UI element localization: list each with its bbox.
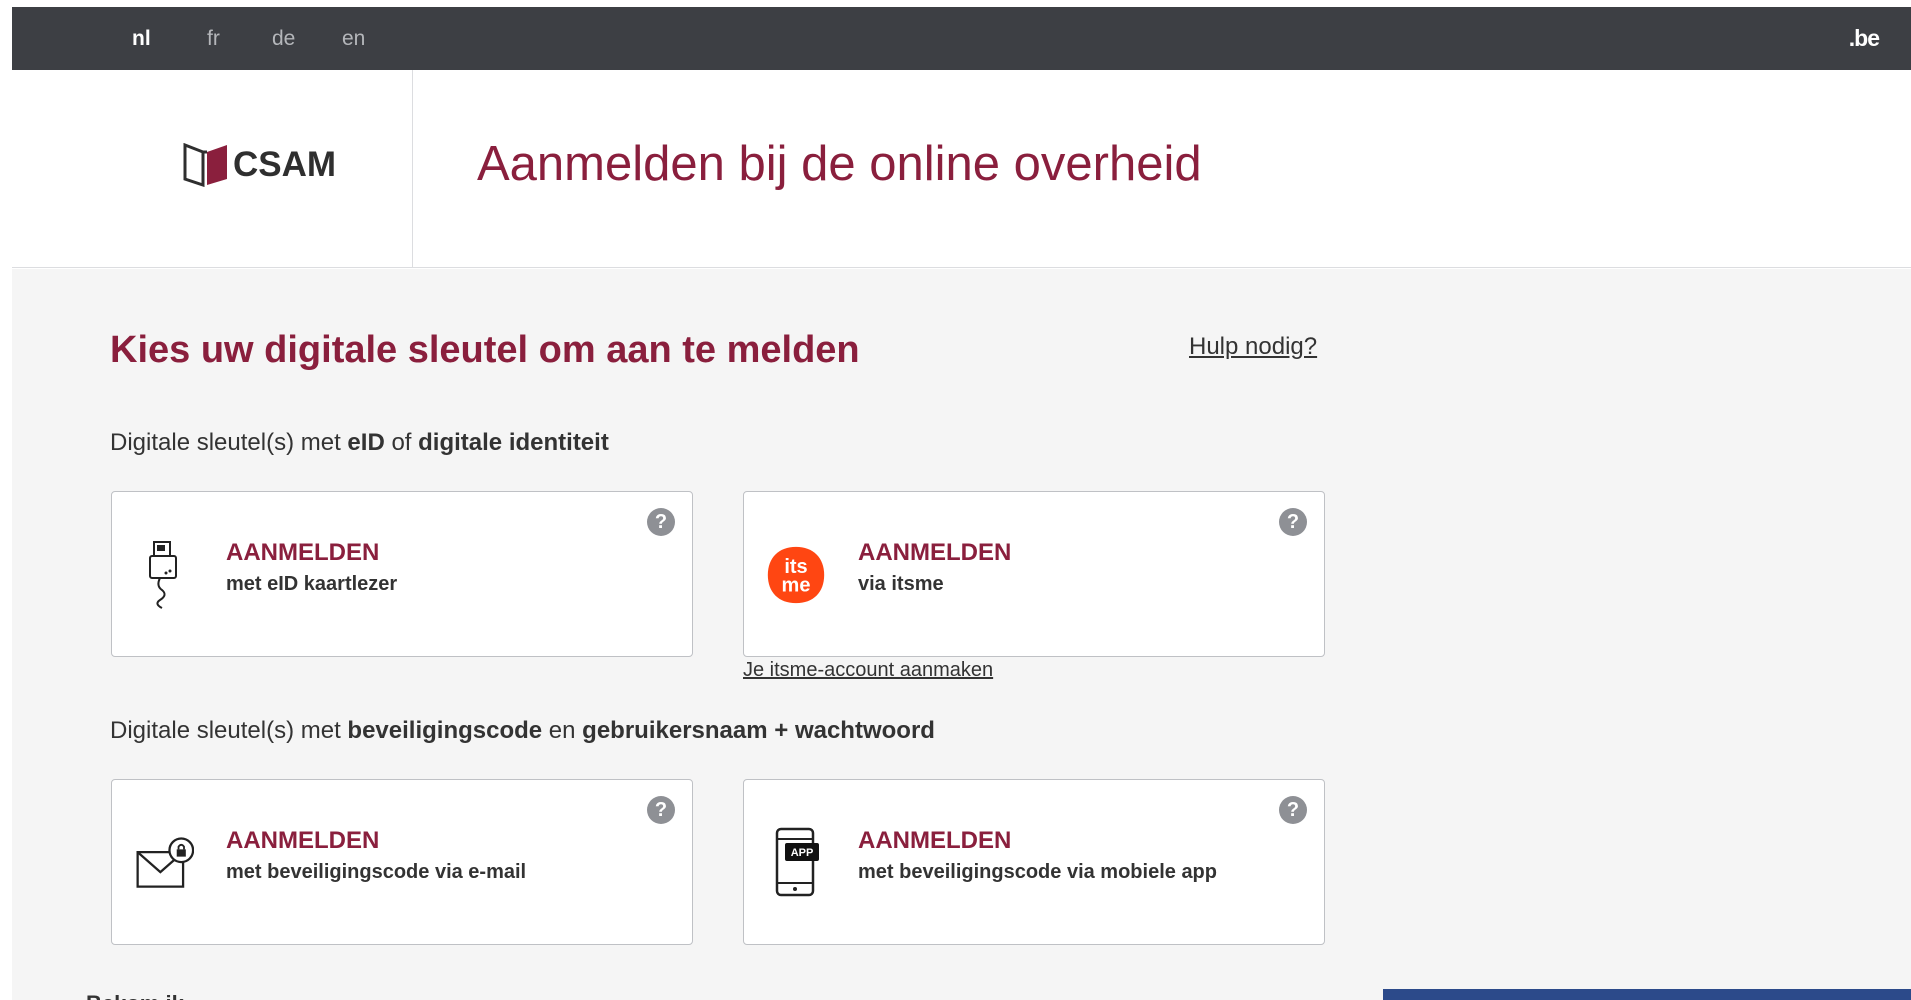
lang-fr[interactable]: fr	[207, 7, 220, 70]
csam-logo-text: CSAM	[233, 145, 337, 184]
login-mobile-app-card[interactable]: APP AANMELDEN met beveiligingscode via m…	[743, 779, 1325, 945]
login-itsme-card[interactable]: its me AANMELDEN via itsme ?	[743, 491, 1325, 657]
login-email-card[interactable]: AANMELDEN met beveiligingscode via e-mai…	[111, 779, 693, 945]
group-label-bold: beveiligingscode	[347, 717, 543, 744]
help-icon[interactable]: ?	[647, 796, 675, 824]
card-title: AANMELDEN	[858, 539, 1012, 566]
csam-logo-icon	[183, 143, 227, 187]
main-content: Kies uw digitale sleutel om aan te melde…	[12, 269, 1911, 1000]
help-icon[interactable]: ?	[1279, 796, 1307, 824]
section-title: Kies uw digitale sleutel om aan te melde…	[110, 329, 860, 371]
card-subtitle: met beveiligingscode via e-mail	[226, 861, 527, 883]
group-label-bold: digitale identiteit	[418, 429, 609, 456]
top-bar: nl fr de en .be	[12, 7, 1911, 70]
side-panel	[1383, 989, 1911, 1000]
app-badge: APP	[791, 847, 814, 859]
group-label-bold: gebruikersnaam + wachtwoord	[582, 717, 935, 744]
help-icon[interactable]: ?	[647, 508, 675, 536]
group-label-text: Digitale sleutel(s) met	[110, 429, 348, 456]
group-label-text: of	[384, 429, 419, 456]
card-subtitle: met eID kaartlezer	[226, 573, 398, 595]
itsme-icon: its me	[766, 537, 826, 612]
card-title: AANMELDEN	[858, 827, 1012, 854]
page-title: Aanmelden bij de online overheid	[477, 137, 1202, 191]
mobile-app-icon: APP	[766, 825, 826, 900]
lang-de[interactable]: de	[272, 7, 295, 70]
envelope-lock-icon	[134, 825, 194, 900]
page: nl fr de en .be CSAM Aanmelden bij de on…	[0, 0, 1911, 1000]
header-divider	[412, 70, 413, 268]
itsme-create-account-link[interactable]: Je itsme-account aanmaken	[743, 659, 993, 682]
help-icon[interactable]: ?	[1279, 508, 1307, 536]
lang-nl[interactable]: nl	[132, 7, 151, 70]
card-title: AANMELDEN	[226, 827, 380, 854]
card-reader-icon	[134, 537, 194, 612]
header: CSAM Aanmelden bij de online overheid	[12, 70, 1911, 268]
partial-heading: Bekom ik	[86, 991, 184, 1000]
card-title: AANMELDEN	[226, 539, 380, 566]
help-link[interactable]: Hulp nodig?	[1189, 333, 1317, 361]
csam-logo[interactable]: CSAM	[183, 143, 336, 187]
lang-en[interactable]: en	[342, 7, 365, 70]
group-label-text: en	[542, 717, 583, 744]
group-label-text: Digitale sleutel(s) met	[110, 717, 348, 744]
group-label-eid: Digitale sleutel(s) met eID of digitale …	[110, 429, 609, 457]
group-label-code: Digitale sleutel(s) met beveiligingscode…	[110, 717, 935, 745]
card-subtitle: via itsme	[858, 573, 944, 595]
group-label-bold: eID	[347, 429, 385, 456]
card-subtitle: met beveiligingscode via mobiele app	[858, 861, 1217, 883]
be-logo[interactable]: .be	[1849, 7, 1880, 70]
login-eid-card[interactable]: AANMELDEN met eID kaartlezer ?	[111, 491, 693, 657]
itsme-logo-bottom: me	[782, 574, 811, 596]
